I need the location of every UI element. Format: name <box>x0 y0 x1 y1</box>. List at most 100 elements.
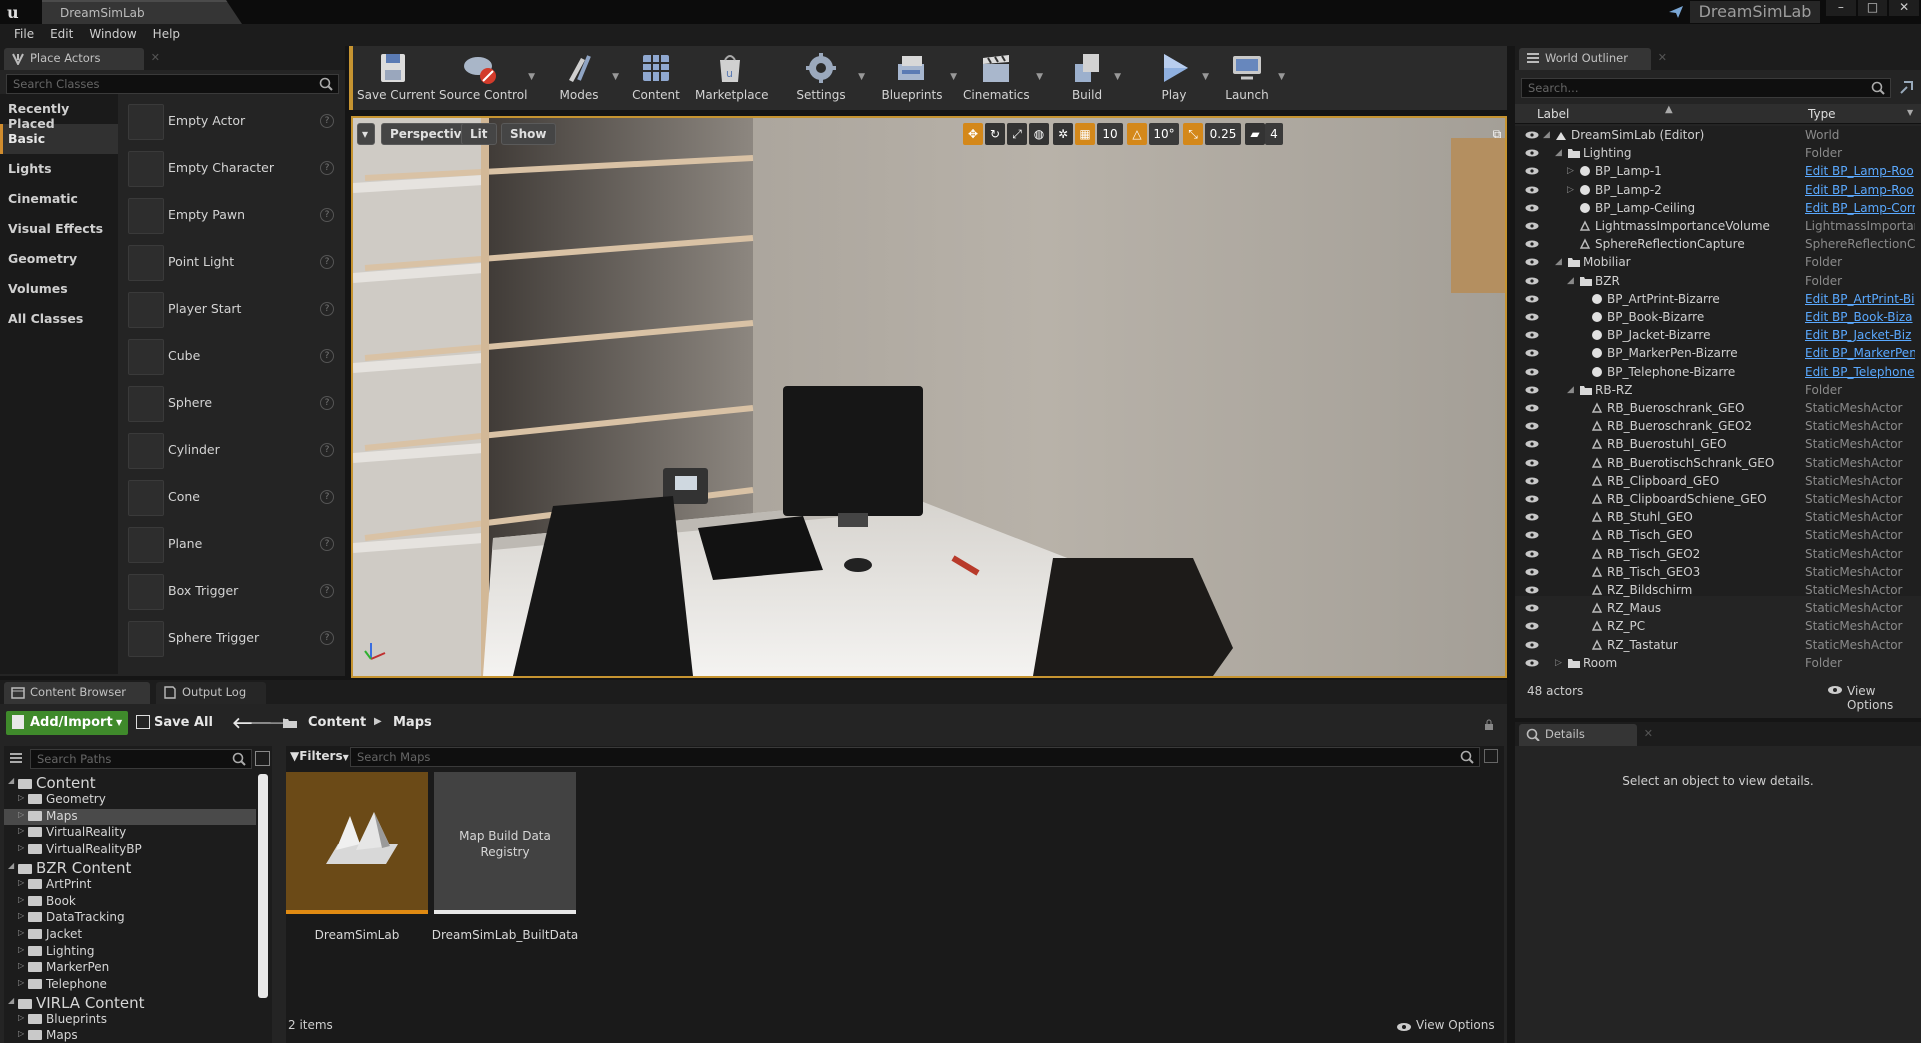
outliner-row[interactable]: RB_BuerotischSchrank_GEO StaticMeshActor <box>1515 454 1921 472</box>
close-tab-icon[interactable]: ✕ <box>1644 727 1653 740</box>
save-search-icon[interactable] <box>1484 749 1498 763</box>
outliner-item-type[interactable]: Edit BP_Lamp-Corr <box>1805 199 1915 217</box>
marketplace-button[interactable]: u Marketplace <box>695 50 769 108</box>
visibility-eye-icon[interactable] <box>1525 513 1539 521</box>
search-classes-input[interactable]: Search Classes <box>6 74 339 94</box>
folder-tree-item[interactable]: ▷ ArtPrint <box>4 877 256 894</box>
play-button[interactable]: Play ▼ <box>1153 50 1209 108</box>
visibility-eye-icon[interactable] <box>1525 586 1539 594</box>
outliner-row[interactable]: ◢ DreamSimLab (Editor) World <box>1515 126 1921 144</box>
outliner-row[interactable]: RZ_Tastatur StaticMeshActor <box>1515 636 1921 654</box>
visibility-eye-icon[interactable] <box>1525 440 1539 448</box>
visibility-eye-icon[interactable] <box>1525 495 1539 503</box>
expand-arrow-icon[interactable]: ▷ <box>18 928 24 937</box>
add-import-button[interactable]: Add/Import ▼ <box>6 711 128 735</box>
outliner-row[interactable]: LightmassImportanceVolume LightmassImport… <box>1515 217 1921 235</box>
label-column-header[interactable]: Label <box>1537 107 1569 121</box>
lit-button[interactable]: Lit <box>461 123 497 145</box>
expand-arrow-icon[interactable]: ▷ <box>18 911 24 920</box>
asset-tile-dreamsimlab-builtdata[interactable]: Map Build Data Registry DreamSimLab_Buil… <box>432 772 578 942</box>
outliner-row[interactable]: RB_Tisch_GEO3 StaticMeshActor <box>1515 563 1921 581</box>
close-tab-icon[interactable]: ✕ <box>151 51 160 64</box>
visibility-eye-icon[interactable] <box>1525 568 1539 576</box>
actor-item[interactable]: Cylinder? <box>124 429 340 473</box>
help-icon[interactable]: ? <box>320 302 334 316</box>
save-current-button[interactable]: Save Current <box>357 50 435 108</box>
actor-item[interactable]: Point Light? <box>124 241 340 285</box>
menu-help[interactable]: Help <box>145 24 188 46</box>
rotate-mode-icon[interactable]: ↻ <box>985 123 1005 145</box>
visibility-eye-icon[interactable] <box>1525 222 1539 230</box>
camera-speed-value[interactable]: 4 <box>1265 123 1283 145</box>
category-cinematic[interactable]: Cinematic <box>0 184 118 214</box>
visibility-eye-icon[interactable] <box>1525 368 1539 376</box>
actor-item[interactable]: Empty Pawn? <box>124 194 340 238</box>
visibility-eye-icon[interactable] <box>1525 404 1539 412</box>
expand-arrow-icon[interactable]: ▷ <box>18 878 24 887</box>
view-options-icon[interactable] <box>255 751 270 766</box>
folder-tree-item[interactable]: ◢ BZR Content <box>4 859 256 877</box>
menu-window[interactable]: Window <box>81 24 144 46</box>
view-options-button[interactable]: View Options <box>1847 684 1921 712</box>
help-icon[interactable]: ? <box>320 255 334 269</box>
scale-snap-value[interactable]: 0.25 <box>1205 123 1241 145</box>
search-paths-input[interactable]: Search Paths <box>30 749 252 769</box>
chevron-down-icon[interactable]: ▼ <box>612 72 619 82</box>
folder-tree-item[interactable]: ▷ Jacket <box>4 927 256 944</box>
chevron-down-icon[interactable]: ▼ <box>1036 72 1043 82</box>
build-button[interactable]: Build ▼ <box>1067 50 1121 108</box>
lock-icon[interactable] <box>1483 719 1495 731</box>
actor-item[interactable]: Cone? <box>124 476 340 520</box>
expand-arrow-icon[interactable]: ▷ <box>18 978 24 987</box>
expand-arrow-icon[interactable]: ▷ <box>1555 654 1562 672</box>
sources-toggle-icon[interactable] <box>8 750 24 766</box>
expand-arrow-icon[interactable]: ▷ <box>18 793 24 802</box>
visibility-eye-icon[interactable] <box>1525 477 1539 485</box>
expand-arrow-icon[interactable]: ◢ <box>1555 253 1562 271</box>
chevron-down-icon[interactable]: ▼ <box>858 72 865 82</box>
visibility-eye-icon[interactable] <box>1525 295 1539 303</box>
visibility-eye-icon[interactable] <box>1525 641 1539 649</box>
actor-item[interactable]: Cube? <box>124 335 340 379</box>
expand-arrow-icon[interactable]: ▷ <box>18 961 24 970</box>
visibility-eye-icon[interactable] <box>1525 204 1539 212</box>
expand-arrow-icon[interactable]: ▷ <box>1567 181 1574 199</box>
camera-speed-icon[interactable]: ▰ <box>1245 123 1265 145</box>
outliner-item-type[interactable]: Edit BP_ArtPrint-Bi <box>1805 290 1915 308</box>
visibility-eye-icon[interactable] <box>1525 131 1539 139</box>
outliner-row[interactable]: RB_Bueroschrank_GEO2 StaticMeshActor <box>1515 417 1921 435</box>
save-all-button[interactable]: Save All <box>154 715 213 730</box>
expand-arrow-icon[interactable]: ◢ <box>8 996 14 1005</box>
close-tab-icon[interactable]: ✕ <box>1658 51 1667 64</box>
outliner-row[interactable]: ▷ BP_Lamp-2 Edit BP_Lamp-Roo <box>1515 181 1921 199</box>
outliner-item-type[interactable]: Edit BP_Lamp-Roo <box>1805 181 1915 199</box>
outliner-item-type[interactable]: Edit BP_MarkerPen <box>1805 344 1915 362</box>
world-space-icon[interactable]: ◍ <box>1029 123 1049 145</box>
tab-content-browser[interactable]: Content Browser ✕ <box>4 682 166 704</box>
visibility-eye-icon[interactable] <box>1525 240 1539 248</box>
minimize-button[interactable]: – <box>1826 0 1856 16</box>
outliner-row[interactable]: BP_Telephone-Bizarre Edit BP_Telephone <box>1515 363 1921 381</box>
actor-item[interactable]: Sphere Trigger? <box>124 617 340 661</box>
content-button[interactable]: Content <box>631 50 681 108</box>
type-column-header[interactable]: Type <box>1808 107 1836 121</box>
source-control-status-icon[interactable] <box>1668 5 1684 19</box>
outliner-row[interactable]: SphereReflectionCapture SphereReflectionC… <box>1515 235 1921 253</box>
folder-tree-item[interactable]: ▷ Lighting <box>4 944 256 961</box>
expand-arrow-icon[interactable]: ▷ <box>18 1013 24 1022</box>
expand-arrow-icon[interactable]: ◢ <box>8 861 14 870</box>
expand-arrow-icon[interactable]: ▷ <box>1567 162 1574 180</box>
expand-arrow-icon[interactable]: ▷ <box>18 826 24 835</box>
visibility-eye-icon[interactable] <box>1525 331 1539 339</box>
help-icon[interactable]: ? <box>320 631 334 645</box>
folder-tree-item[interactable]: ▷ Telephone <box>4 977 256 994</box>
expand-arrow-icon[interactable]: ▷ <box>18 843 24 852</box>
tab-output-log[interactable]: Output Log <box>156 682 266 704</box>
level-viewport[interactable]: ▾ Perspective Lit Show ✥ ↻ ⤢ ◍ ✲ ▦ 10 △ … <box>351 116 1507 678</box>
translate-mode-icon[interactable]: ✥ <box>963 123 983 145</box>
tab-place-actors[interactable]: Place Actors ✕ <box>4 48 160 70</box>
visibility-eye-icon[interactable] <box>1525 186 1539 194</box>
filters-button[interactable]: ▼Filters▼ <box>286 746 349 766</box>
outliner-item-type[interactable]: Edit BP_Lamp-Roo <box>1805 162 1915 180</box>
visibility-eye-icon[interactable] <box>1525 349 1539 357</box>
